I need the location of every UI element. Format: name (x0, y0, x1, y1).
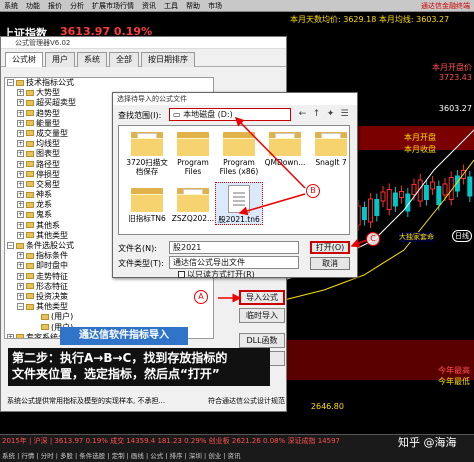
annotation-arrows (218, 116, 368, 303)
status-quotes: 2015年 | 沪深 | 3613.97 0.19% 成交 14359.4 18… (2, 437, 340, 445)
step-line-1: 第二步：执行A→B→C，找到存放指标的 (12, 351, 228, 365)
status-tabs: 系统 | 行情 | 分时 | 多股 | 条件选股 | 定制 | 画线 | 公式 … (2, 452, 241, 460)
annotation-c: C (366, 232, 380, 246)
annotation-b: B (306, 184, 320, 198)
zhihu-watermark: 知乎 @海海 (398, 436, 457, 449)
tutorial-banner: 通达信软件指标导入 (60, 327, 188, 345)
step-instructions: 第二步：执行A→B→C，找到存放指标的 文件夹位置，选定指标，然后点“打开” (8, 348, 270, 386)
annotation-a: A (194, 290, 208, 304)
step-line-2: 文件夹位置，选定指标，然后点“打开” (12, 367, 220, 381)
